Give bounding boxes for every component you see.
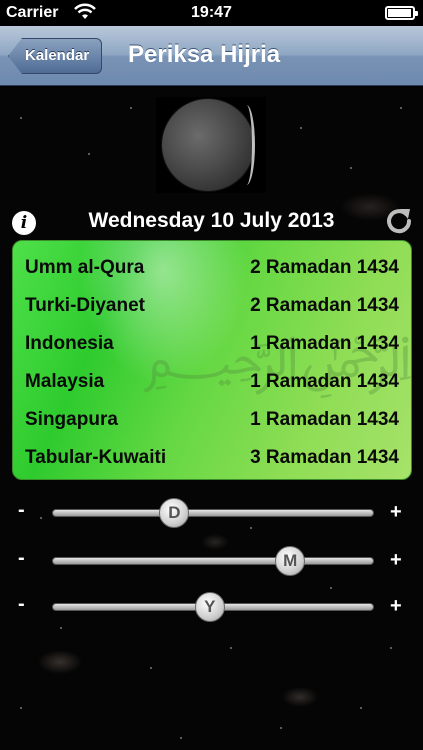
clock: 19:47 <box>191 4 232 21</box>
moon-phase-frame <box>156 97 266 193</box>
month-slider: - M + <box>0 543 423 579</box>
day-increment-button[interactable]: + <box>390 501 402 524</box>
day-slider: - D + <box>0 495 423 531</box>
moon-phase-icon <box>162 99 255 191</box>
battery-icon <box>385 6 418 20</box>
hijri-dates-card: ﷽ Umm al-Qura 2 Ramadan 1434 Turki-Diyan… <box>12 240 412 480</box>
date-heading: Wednesday 10 July 2013 <box>88 209 335 232</box>
info-icon[interactable]: i <box>12 211 36 235</box>
hijri-row: Tabular-Kuwaiti 3 Ramadan 1434 <box>25 439 399 477</box>
navigation-bar: Kalendar Periksa Hijria <box>0 26 423 86</box>
day-slider-track[interactable] <box>52 509 374 517</box>
hijri-row: Malaysia 1 Ramadan 1434 <box>25 363 399 401</box>
method-name: Turki-Diyanet <box>25 295 146 316</box>
hijri-date: 2 Ramadan 1434 <box>250 257 399 278</box>
refresh-icon[interactable] <box>384 205 414 235</box>
day-decrement-button[interactable]: - <box>18 499 25 522</box>
method-name: Indonesia <box>25 333 114 354</box>
method-name: Tabular-Kuwaiti <box>25 447 167 468</box>
method-name: Malaysia <box>25 371 105 392</box>
hijri-row: Turki-Diyanet 2 Ramadan 1434 <box>25 287 399 325</box>
main-content: i Wednesday 10 July 2013 ﷽ Umm al-Qura 2… <box>0 87 423 750</box>
hijri-row: Umm al-Qura 2 Ramadan 1434 <box>25 249 399 287</box>
year-slider: - Y + <box>0 589 423 625</box>
year-increment-button[interactable]: + <box>390 595 402 618</box>
hijri-row: Singapura 1 Ramadan 1434 <box>25 401 399 439</box>
page-title: Periksa Hijria <box>128 41 281 68</box>
hijri-date: 1 Ramadan 1434 <box>250 409 399 430</box>
status-bar: Carrier 19:47 <box>0 0 423 26</box>
hijri-date: 2 Ramadan 1434 <box>250 295 399 316</box>
month-increment-button[interactable]: + <box>390 549 402 572</box>
hijri-date: 1 Ramadan 1434 <box>250 371 399 392</box>
day-slider-knob[interactable]: D <box>159 498 190 528</box>
method-name: Singapura <box>25 409 118 430</box>
month-decrement-button[interactable]: - <box>18 547 25 570</box>
back-button[interactable]: Kalendar <box>8 38 102 74</box>
month-slider-knob[interactable]: M <box>275 546 306 576</box>
hijri-date: 3 Ramadan 1434 <box>250 447 399 468</box>
year-slider-knob[interactable]: Y <box>194 592 225 622</box>
month-slider-track[interactable] <box>52 557 374 565</box>
year-decrement-button[interactable]: - <box>18 593 25 616</box>
method-name: Umm al-Qura <box>25 257 145 278</box>
hijri-date: 1 Ramadan 1434 <box>250 333 399 354</box>
hijri-row: Indonesia 1 Ramadan 1434 <box>25 325 399 363</box>
